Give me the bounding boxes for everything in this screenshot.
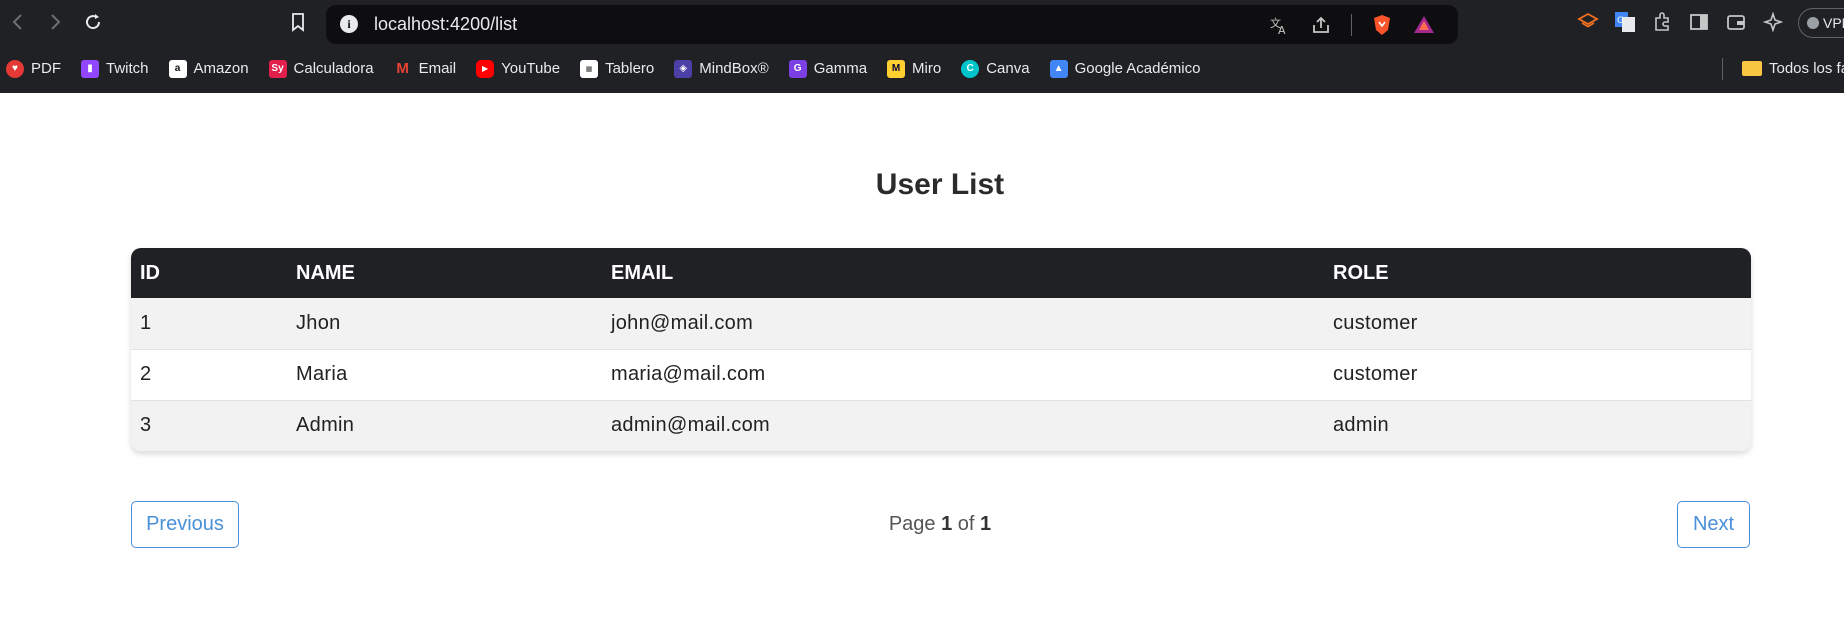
column-header-role: ROLE xyxy=(1333,261,1389,284)
bookmark-mindbox[interactable]: ◈ MindBox® xyxy=(674,59,769,78)
cell-role: customer xyxy=(1333,363,1418,385)
svg-text:A: A xyxy=(1278,24,1286,35)
cell-role: admin xyxy=(1333,414,1389,437)
miro-icon: M xyxy=(887,59,906,78)
board-icon: ▦ xyxy=(580,59,599,78)
sidebar-icon[interactable] xyxy=(1687,10,1711,34)
pdf-icon: ♥ xyxy=(6,59,24,78)
back-icon[interactable] xyxy=(6,10,30,34)
cell-email: maria@mail.com xyxy=(611,363,766,385)
cell-id: 3 xyxy=(140,414,152,437)
bookmark-label: Google Académico xyxy=(1074,60,1201,77)
bookmark-calculadora[interactable]: Sy Calculadora xyxy=(268,59,374,78)
folder-label: Todos los fa xyxy=(1769,60,1844,77)
bookmark-pdf[interactable]: ♥ PDF xyxy=(6,59,61,78)
gamma-icon: G xyxy=(788,59,807,78)
column-header-name: NAME xyxy=(296,261,355,284)
google-translate-icon[interactable]: G xyxy=(1613,10,1637,34)
bookmark-label: Email xyxy=(418,60,457,77)
url-text[interactable]: localhost:4200/list xyxy=(374,14,517,35)
of-word: of xyxy=(957,513,975,535)
bookmark-label: YouTube xyxy=(501,60,561,77)
bookmark-tablero[interactable]: ▦ Tablero xyxy=(580,59,655,78)
next-button[interactable]: Next xyxy=(1677,501,1750,548)
vpn-button[interactable]: VPN xyxy=(1798,8,1844,38)
bookmark-gamma[interactable]: G Gamma xyxy=(788,59,868,78)
page-word: Page xyxy=(888,513,936,535)
bookmarks-bar: ♥ PDF ▮ Twitch a Amazon Sy Calculadora M… xyxy=(0,44,1844,93)
total-pages: 1 xyxy=(980,513,992,535)
cell-id: 2 xyxy=(140,363,152,385)
table-row: 3 Admin admin@mail.com admin xyxy=(131,400,1751,451)
column-header-id: ID xyxy=(140,261,160,284)
bookmark-label: MindBox® xyxy=(699,60,769,77)
sparkle-icon[interactable] xyxy=(1761,10,1785,34)
table-row: 2 Maria maria@mail.com customer xyxy=(131,349,1751,400)
translate-icon[interactable]: 文A xyxy=(1267,13,1291,37)
bookmark-label: Miro xyxy=(912,60,942,77)
vpn-status-icon xyxy=(1807,17,1819,29)
bookmark-canva[interactable]: C Canva xyxy=(961,59,1030,78)
divider xyxy=(1722,58,1723,80)
divider xyxy=(1351,14,1352,36)
current-page: 1 xyxy=(941,513,953,535)
brave-rewards-icon[interactable] xyxy=(1412,13,1436,37)
calculator-icon: Sy xyxy=(268,59,287,78)
share-icon[interactable] xyxy=(1309,13,1333,37)
extensions-icon[interactable] xyxy=(1650,10,1674,34)
cell-email: john@mail.com xyxy=(611,311,754,334)
bookmark-label: Tablero xyxy=(605,60,655,77)
amazon-icon: a xyxy=(168,59,187,78)
table-header-row: ID NAME EMAIL ROLE xyxy=(131,248,1751,298)
vpn-label: VPN xyxy=(1823,15,1844,31)
bookmark-folder-all[interactable]: Todos los fa xyxy=(1742,44,1844,93)
bookmark-email[interactable]: M Email xyxy=(394,60,457,78)
folder-icon xyxy=(1742,61,1762,76)
forward-icon[interactable] xyxy=(43,10,67,34)
scholar-icon: ▲ xyxy=(1049,59,1068,78)
browser-toolbar: i localhost:4200/list 文A G VP xyxy=(0,0,1844,44)
page-title: User List xyxy=(875,168,1005,201)
brave-shields-icon[interactable] xyxy=(1370,13,1394,37)
cell-name: Maria xyxy=(296,363,348,385)
canva-icon: C xyxy=(961,59,980,78)
wallet-icon[interactable] xyxy=(1724,10,1748,34)
twitch-icon: ▮ xyxy=(81,59,99,78)
bookmark-youtube[interactable]: ▶ YouTube xyxy=(476,59,561,78)
bookmark-miro[interactable]: M Miro xyxy=(887,59,942,78)
cell-name: Jhon xyxy=(296,311,341,334)
bookmark-label: Twitch xyxy=(106,60,149,77)
bookmark-label: Amazon xyxy=(193,60,249,77)
page-indicator: Page 1 of 1 xyxy=(0,513,1844,536)
user-table: ID NAME EMAIL ROLE 1 Jhon john@mail.com … xyxy=(131,248,1751,451)
bookmark-google-academico[interactable]: ▲ Google Académico xyxy=(1049,59,1201,78)
leo-ai-icon[interactable] xyxy=(1576,10,1600,34)
bookmark-twitch[interactable]: ▮ Twitch xyxy=(81,59,149,78)
cell-role: customer xyxy=(1333,311,1418,334)
cell-id: 1 xyxy=(140,311,152,334)
youtube-icon: ▶ xyxy=(476,59,495,78)
cell-email: admin@mail.com xyxy=(611,414,770,437)
bookmark-label: Canva xyxy=(986,60,1030,77)
mindbox-icon: ◈ xyxy=(674,59,693,78)
site-info-icon[interactable]: i xyxy=(340,15,358,33)
gmail-icon: M xyxy=(396,60,409,77)
column-header-email: EMAIL xyxy=(611,261,674,284)
cell-name: Admin xyxy=(296,414,355,437)
table-row: 1 Jhon john@mail.com customer xyxy=(131,298,1751,349)
address-bar[interactable]: i localhost:4200/list 文A xyxy=(326,5,1458,44)
bookmark-icon[interactable] xyxy=(286,10,310,34)
reload-icon[interactable] xyxy=(81,10,105,34)
svg-text:G: G xyxy=(1617,16,1624,26)
bookmark-label: Calculadora xyxy=(293,60,374,77)
bookmark-label: PDF xyxy=(31,60,61,77)
bookmark-label: Gamma xyxy=(813,60,868,77)
bookmark-amazon[interactable]: a Amazon xyxy=(168,59,249,78)
